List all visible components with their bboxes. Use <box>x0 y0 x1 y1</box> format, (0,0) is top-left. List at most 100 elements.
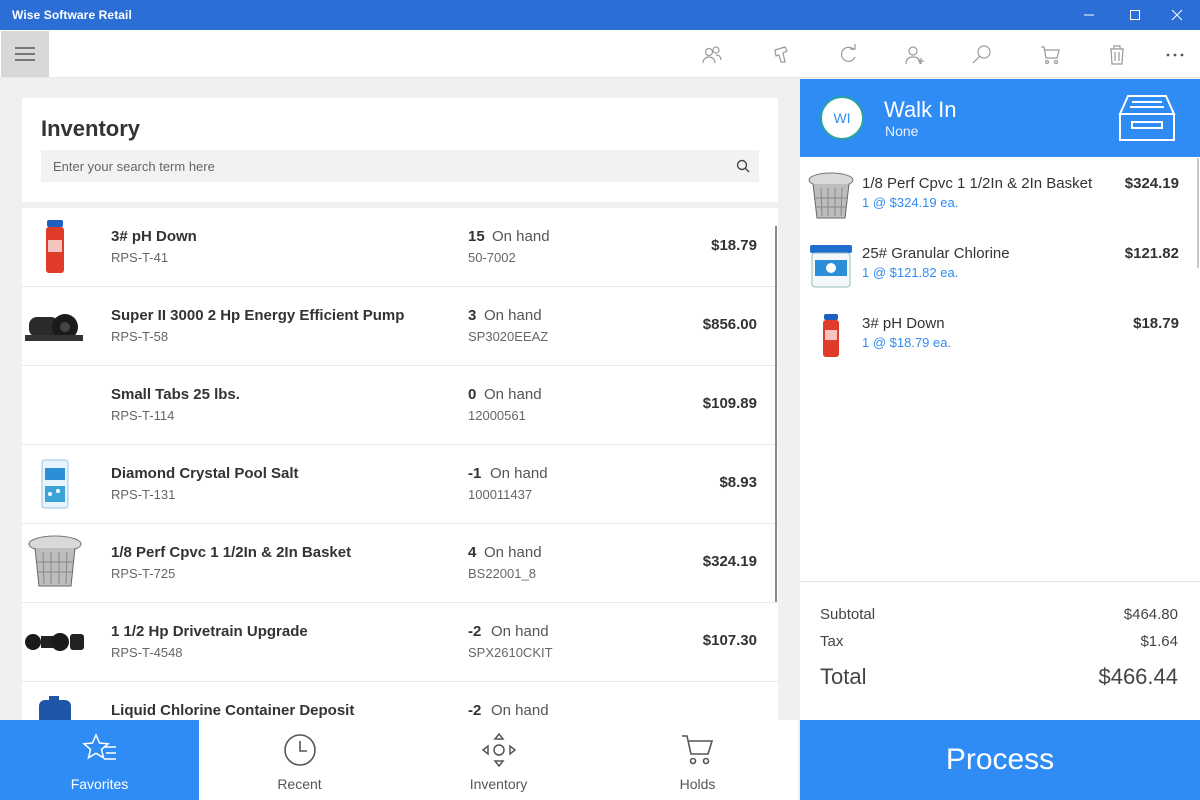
cart-item-price: $18.79 <box>1133 315 1179 332</box>
nav-favorites[interactable]: Favorites <box>0 720 199 800</box>
onhand-label: On hand <box>492 228 550 245</box>
close-icon <box>1171 9 1183 21</box>
nav-label: Favorites <box>70 776 129 792</box>
product-image <box>806 311 856 361</box>
cart-icon <box>680 732 716 768</box>
customer-name: Walk In <box>884 97 957 122</box>
pump-icon <box>25 314 83 341</box>
item-sku: RPS-T-4548 <box>111 645 183 660</box>
chlorine-container-icon <box>39 696 71 720</box>
add-customer-icon[interactable] <box>900 40 930 70</box>
cart-item-name: 25# Granular Chlorine <box>862 245 1010 262</box>
salt-bag-icon <box>41 459 69 509</box>
item-name: Liquid Chlorine Container Deposit <box>111 702 355 719</box>
cart-item-detail: 1 @ $121.82 ea. <box>862 265 959 280</box>
item-qty: 4 <box>468 544 477 561</box>
product-image <box>24 218 86 276</box>
inventory-item[interactable]: Diamond Crystal Pool Salt RPS-T-131 -1 O… <box>22 445 778 524</box>
cart-item-detail: 1 @ $18.79 ea. <box>862 335 952 350</box>
cart-item-price: $121.82 <box>1124 245 1179 262</box>
cart-line[interactable]: 1/8 Perf Cpvc 1 1/2In & 2In Basket 1 @ $… <box>800 171 1200 241</box>
ph-down-bottle-icon <box>46 220 64 273</box>
tax-label: Tax <box>820 633 844 650</box>
window-title: Wise Software Retail <box>12 8 132 22</box>
cart-line[interactable]: 3# pH Down 1 @ $18.79 ea. $18.79 <box>800 311 1200 381</box>
cart-icon[interactable] <box>1035 40 1065 70</box>
cart-scrollbar[interactable] <box>1197 158 1199 268</box>
tax-value: $1.64 <box>1140 633 1178 650</box>
more-icon[interactable] <box>1160 40 1190 70</box>
customer-header[interactable]: WI Walk In None <box>800 79 1200 157</box>
inventory-item[interactable]: Super II 3000 2 Hp Energy Efficient Pump… <box>22 287 778 366</box>
item-qty: 3 <box>468 307 477 324</box>
customers-icon[interactable] <box>697 40 727 70</box>
inventory-item[interactable]: 1 1/2 Hp Drivetrain Upgrade RPS-T-4548 -… <box>22 603 778 682</box>
nav-label: Inventory <box>469 776 528 792</box>
item-price: $109.89 <box>702 395 757 412</box>
inventory-title: Inventory <box>41 116 141 141</box>
product-image <box>24 376 86 434</box>
inventory-item[interactable]: Liquid Chlorine Container Deposit -2 On … <box>22 682 778 720</box>
search-icon[interactable] <box>967 40 997 70</box>
process-button[interactable]: Process <box>800 720 1200 800</box>
item-qty: -2 <box>468 702 482 719</box>
onhand-label: On hand <box>491 623 549 640</box>
item-qty: 15 <box>468 228 485 245</box>
onhand-label: On hand <box>484 544 542 561</box>
item-qty: 0 <box>468 386 477 403</box>
product-image <box>806 241 856 291</box>
star-list-icon <box>81 732 118 768</box>
trash-icon[interactable] <box>1102 40 1132 70</box>
basket-icon <box>28 535 82 587</box>
search-input[interactable] <box>42 151 758 181</box>
nav-recent[interactable]: Recent <box>200 720 399 800</box>
refresh-icon[interactable] <box>833 40 863 70</box>
onhand-label: On hand <box>491 702 549 719</box>
inventory-item[interactable]: 1/8 Perf Cpvc 1 1/2In & 2In Basket RPS-T… <box>22 524 778 603</box>
item-price: $18.79 <box>711 237 757 254</box>
product-image <box>24 455 86 513</box>
search-box[interactable] <box>41 150 759 182</box>
product-image <box>24 613 86 671</box>
maximize-button[interactable] <box>1112 0 1158 30</box>
minimize-button[interactable] <box>1066 0 1112 30</box>
inventory-list: 3# pH Down RPS-T-41 15 On hand 50-7002 $… <box>22 208 778 720</box>
nav-holds[interactable]: Holds <box>598 720 797 800</box>
close-button[interactable] <box>1154 0 1200 30</box>
item-sku: RPS-T-58 <box>111 329 169 344</box>
drivetrain-icon <box>25 633 84 651</box>
inventory-item[interactable]: Small Tabs 25 lbs. RPS-T-114 0 On hand 1… <box>22 366 778 445</box>
subtotal-value: $464.80 <box>1123 606 1178 623</box>
item-qty: -1 <box>468 465 482 482</box>
minimize-icon <box>1084 14 1094 16</box>
item-sku: RPS-T-114 <box>111 408 175 423</box>
cash-register-icon[interactable] <box>1118 93 1176 148</box>
search-icon[interactable] <box>736 159 750 173</box>
inventory-item[interactable]: 3# pH Down RPS-T-41 15 On hand 50-7002 $… <box>22 208 778 287</box>
onhand-label: On hand <box>484 386 542 403</box>
product-image <box>24 692 86 720</box>
list-scrollbar[interactable] <box>775 226 777 602</box>
toolbar <box>0 30 1200 78</box>
total-value: $466.44 <box>1098 664 1178 689</box>
customer-avatar: WI <box>820 96 864 140</box>
ph-down-bottle-icon <box>823 314 839 357</box>
cart-panel: WI Walk In None 1/8 Perf Cpvc 1 1/2In & … <box>800 79 1200 720</box>
item-code: BS22001_8 <box>468 566 536 581</box>
chlorine-bucket-icon <box>810 245 852 288</box>
item-qty: -2 <box>468 623 482 640</box>
hand-icon[interactable] <box>767 40 797 70</box>
hamburger-icon <box>15 47 35 61</box>
nav-label: Recent <box>277 776 322 792</box>
product-image <box>806 171 856 221</box>
basket-icon <box>808 172 854 219</box>
item-name: Diamond Crystal Pool Salt <box>111 465 299 482</box>
cart-line[interactable]: 25# Granular Chlorine 1 @ $121.82 ea. $1… <box>800 241 1200 311</box>
nav-label: Holds <box>679 776 716 792</box>
totals: Subtotal $464.80 Tax $1.64 Total $466.44 <box>800 581 1200 720</box>
total-label: Total <box>820 664 867 689</box>
menu-button[interactable] <box>1 31 49 77</box>
nav-inventory[interactable]: Inventory <box>399 720 598 800</box>
item-code: SPX2610CKIT <box>468 645 553 660</box>
inventory-search-card: Inventory <box>22 98 778 202</box>
